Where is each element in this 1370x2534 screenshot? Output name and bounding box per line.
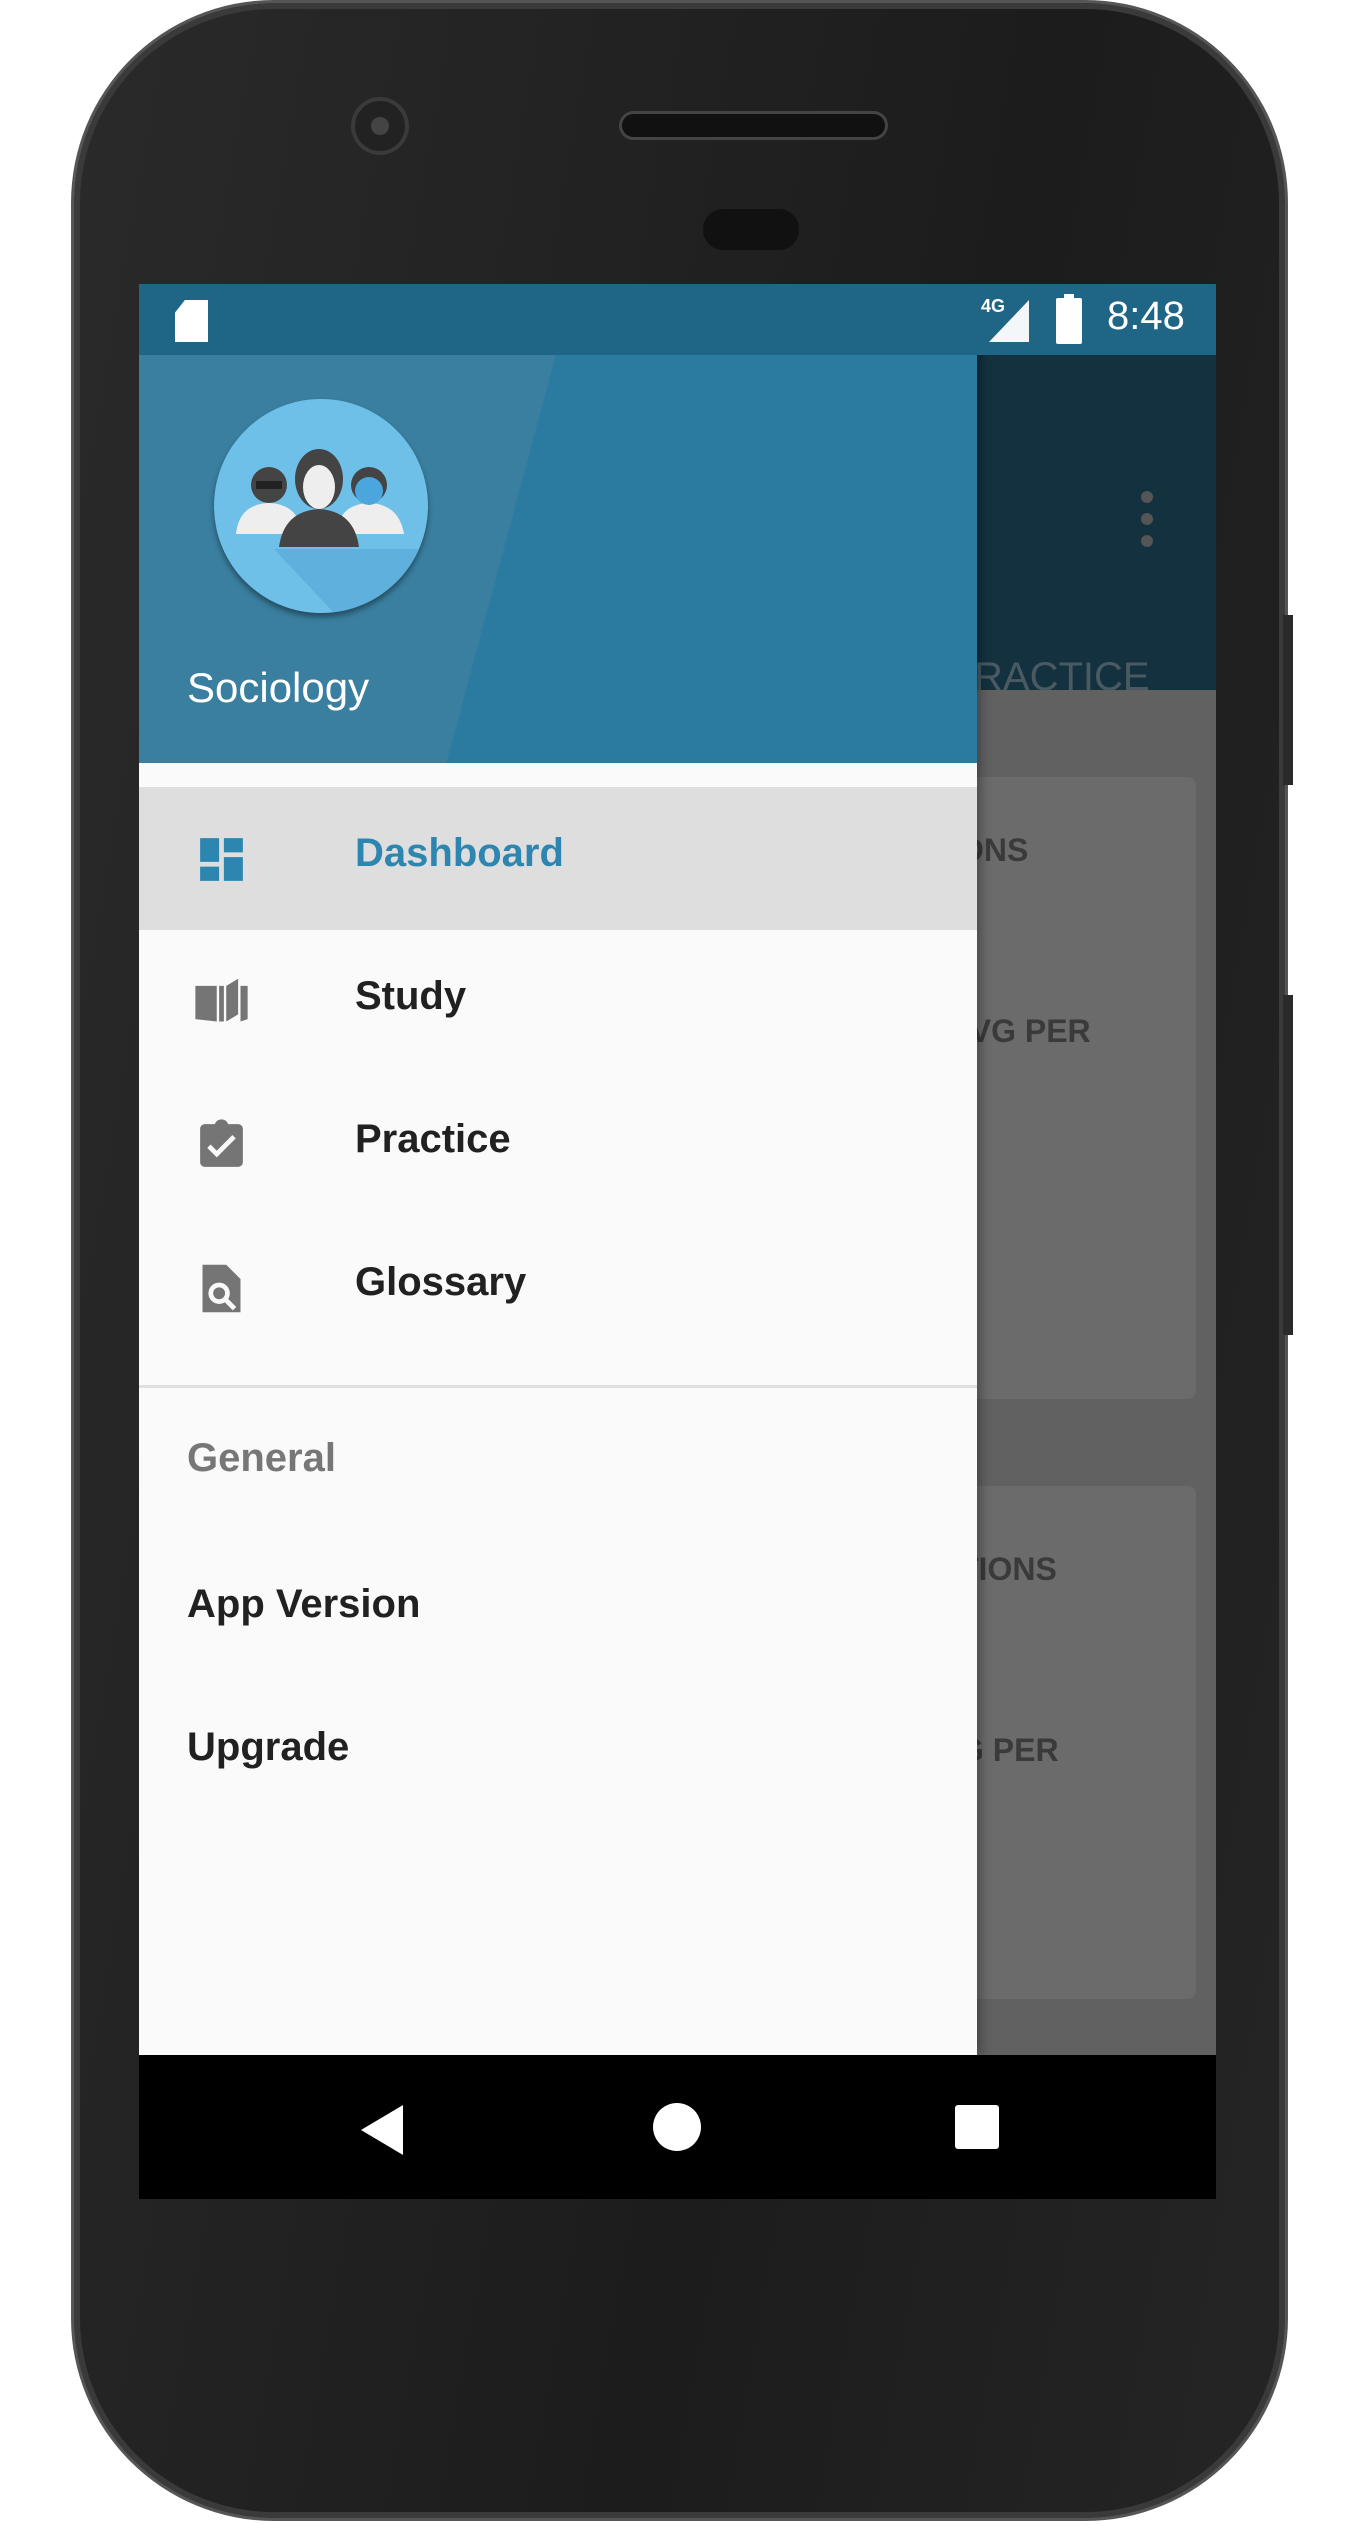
stats-card: TIONS G PER	[939, 1486, 1196, 1999]
drawer-item-practice[interactable]: Practice	[139, 1073, 977, 1216]
status-bar: 4G 8:48	[139, 284, 1216, 355]
divider	[139, 1385, 977, 1388]
drawer-header: Sociology	[139, 284, 977, 763]
book-icon	[195, 978, 248, 1022]
home-icon[interactable]	[653, 2103, 701, 2151]
sd-card-icon	[175, 300, 208, 342]
stats-card: ONS AVG PER	[939, 777, 1196, 1399]
drawer-item-label: Glossary	[355, 1260, 527, 1304]
proximity-sensor	[703, 209, 799, 250]
clock: 8:48	[1107, 294, 1185, 338]
system-nav-bar	[139, 2055, 1216, 2199]
drawer-item-label: Practice	[355, 1117, 511, 1161]
back-icon[interactable]	[361, 2105, 403, 2155]
power-button	[1283, 615, 1293, 785]
network-type: 4G	[981, 296, 1006, 316]
earpiece	[622, 114, 885, 137]
front-camera	[355, 101, 405, 151]
drawer-item-label: Dashboard	[355, 831, 564, 875]
section-title: General	[187, 1436, 336, 1480]
screen: 4G 8:48 RACTICE ONS AVG PER TIONS G PER	[139, 284, 1216, 2199]
clipboard-check-icon	[200, 1119, 243, 1167]
dashboard-icon	[200, 838, 243, 881]
document-search-icon	[202, 1264, 241, 1313]
more-options-icon[interactable]	[1141, 491, 1153, 557]
drawer-item-glossary[interactable]: Glossary	[139, 1216, 977, 1359]
recents-icon[interactable]	[955, 2105, 999, 2149]
drawer-item-dashboard[interactable]: Dashboard	[139, 787, 977, 930]
tab-practice[interactable]: RACTICE	[974, 655, 1150, 700]
drawer-item-label: Study	[355, 974, 467, 1018]
navigation-drawer: Sociology Dashboard Study Practice Gloss…	[139, 284, 977, 2055]
volume-button	[1283, 995, 1293, 1335]
app-name: Sociology	[187, 664, 370, 711]
battery-charging-icon	[1056, 294, 1082, 344]
drawer-item-study[interactable]: Study	[139, 930, 977, 1073]
drawer-item-app-version[interactable]: App Version	[187, 1582, 420, 1627]
app-logo-people-icon	[214, 399, 428, 613]
drawer-item-upgrade[interactable]: Upgrade	[187, 1725, 349, 1770]
